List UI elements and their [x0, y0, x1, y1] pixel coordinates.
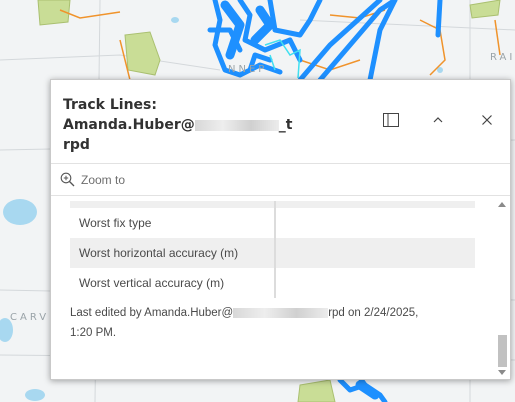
dock-button[interactable]	[381, 110, 401, 130]
zoom-in-icon	[60, 172, 75, 187]
feature-popup: Track Lines: Amanda.Huber@ _t rpd Zoom t…	[50, 79, 511, 380]
map-place-label: NNEP	[228, 64, 268, 75]
field-label: Worst horizontal accuracy (m)	[70, 238, 275, 268]
popup-title-suffix: _t	[278, 117, 293, 133]
dock-icon	[383, 113, 399, 127]
collapse-button[interactable]	[428, 110, 448, 130]
field-label: Worst fix type	[79, 216, 152, 230]
field-value	[274, 238, 475, 268]
popup-header: Track Lines: Amanda.Huber@ _t rpd	[51, 80, 510, 164]
field-value	[274, 268, 475, 298]
edit-info-prefix: Last edited by Amanda.Huber@	[70, 307, 234, 319]
table-row	[70, 201, 475, 208]
field-value	[274, 208, 475, 238]
field-label: Worst vertical accuracy (m)	[79, 276, 225, 290]
scrollbar-thumb[interactable]	[498, 335, 507, 367]
triangle-up-icon	[498, 201, 506, 207]
close-button[interactable]	[477, 110, 497, 130]
chevron-up-icon	[433, 117, 443, 123]
map-place-label: RAI	[490, 52, 515, 63]
edit-info-line2: 1:20 PM.	[70, 327, 117, 339]
scroll-up-button[interactable]	[497, 199, 507, 209]
redacted-text	[233, 307, 329, 318]
last-edited-info: Last edited by Amanda.Huber@ rpd on 2/24/…	[70, 303, 480, 343]
popup-title: Track Lines: Amanda.Huber@ _t rpd	[63, 95, 363, 155]
close-icon	[482, 115, 492, 125]
triangle-down-icon	[498, 369, 506, 375]
table-row: Worst vertical accuracy (m)	[70, 268, 475, 298]
scroll-down-button[interactable]	[497, 367, 507, 377]
zoom-to-action[interactable]: Zoom to	[60, 172, 125, 187]
table-row: Worst horizontal accuracy (m)	[70, 238, 475, 268]
table-row: Worst fix type	[70, 208, 475, 238]
popup-title-line1: Track Lines:	[63, 97, 157, 113]
popup-title-prefix: Amanda.Huber@	[63, 117, 195, 133]
popup-content: Worst fix type Worst horizontal accuracy…	[51, 197, 499, 379]
edit-info-suffix: rpd on 2/24/2025,	[328, 307, 419, 319]
popup-title-line3: rpd	[63, 137, 90, 153]
popup-actions-bar: Zoom to	[51, 164, 510, 196]
redacted-text	[194, 119, 279, 131]
zoom-to-label: Zoom to	[81, 172, 126, 187]
popup-scrollbar[interactable]	[496, 197, 508, 379]
attribute-table: Worst fix type Worst horizontal accuracy…	[70, 201, 475, 298]
